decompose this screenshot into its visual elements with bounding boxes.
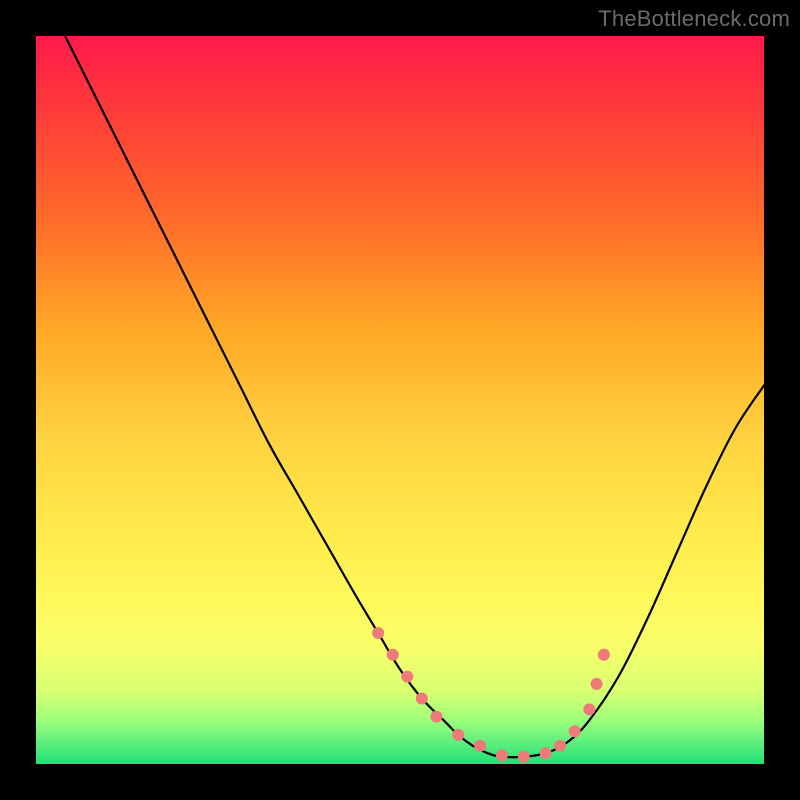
highlight-markers <box>372 627 610 763</box>
highlight-marker <box>591 678 603 690</box>
highlight-marker <box>401 671 413 683</box>
highlight-marker <box>598 649 610 661</box>
highlight-marker <box>540 747 552 759</box>
highlight-marker <box>554 740 566 752</box>
highlight-marker <box>583 703 595 715</box>
bottleneck-curve <box>65 36 764 757</box>
highlight-marker <box>387 649 399 661</box>
watermark-text: TheBottleneck.com <box>598 6 790 32</box>
highlight-marker <box>372 627 384 639</box>
highlight-marker <box>569 725 581 737</box>
highlight-marker <box>496 749 508 761</box>
highlight-marker <box>452 729 464 741</box>
highlight-marker <box>474 740 486 752</box>
chart-plot-area <box>36 36 764 764</box>
chart-svg <box>36 36 764 764</box>
highlight-marker <box>430 711 442 723</box>
highlight-marker <box>518 751 530 763</box>
chart-frame: TheBottleneck.com <box>0 0 800 800</box>
highlight-marker <box>416 692 428 704</box>
